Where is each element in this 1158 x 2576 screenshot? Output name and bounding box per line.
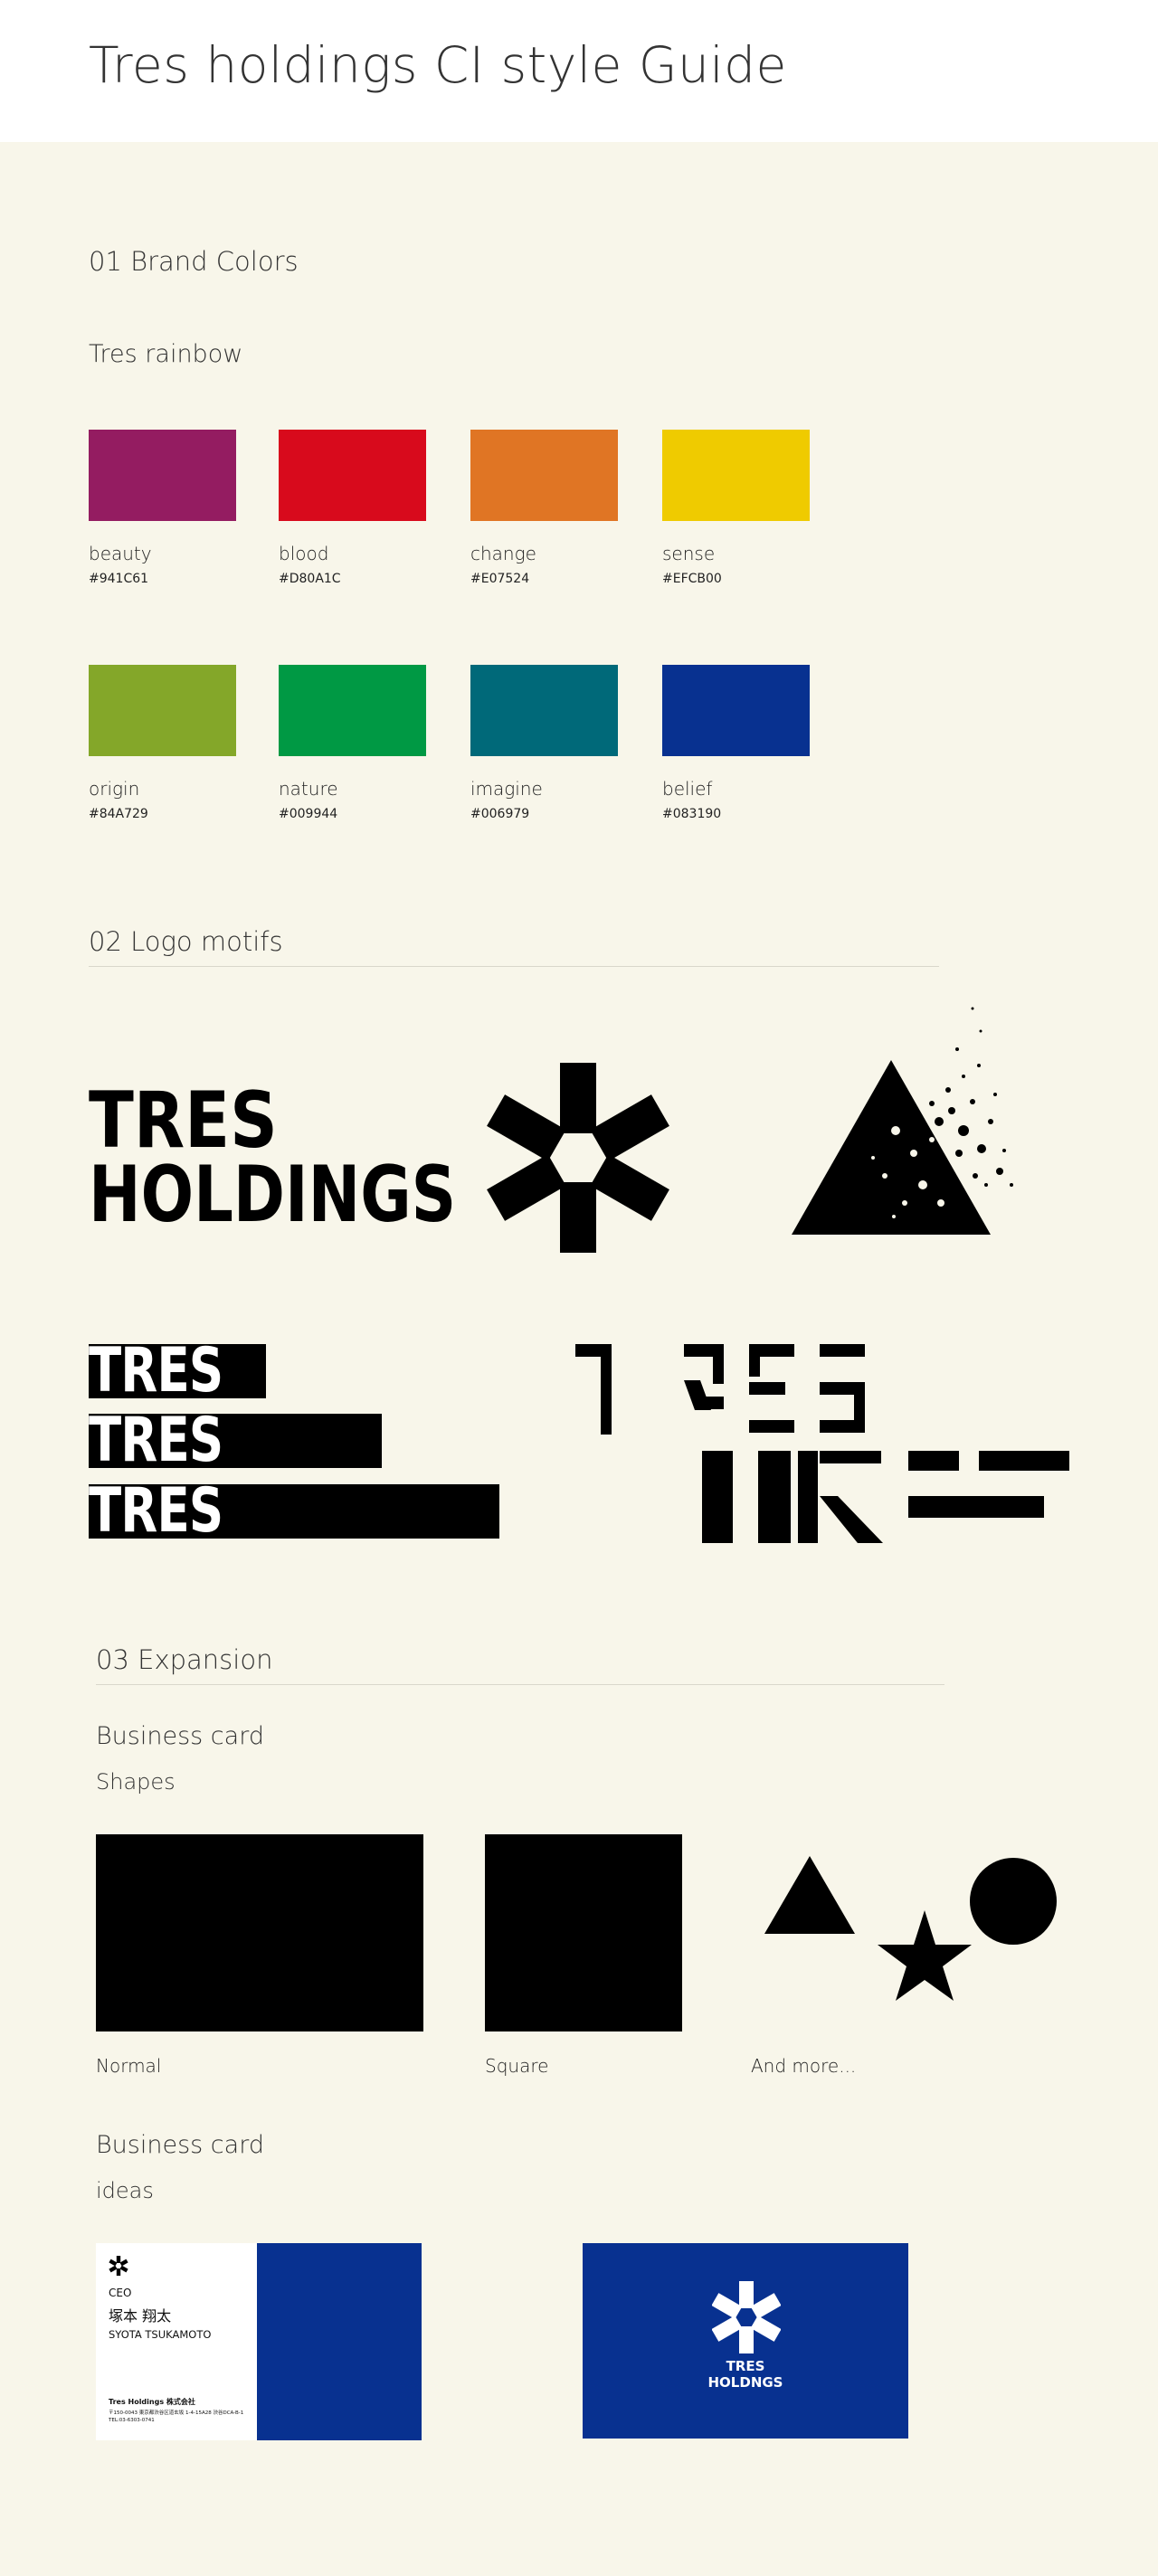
stripe-bar-3: TRES [89, 1475, 499, 1547]
color-hex: #E07524 [470, 572, 530, 586]
square-card-shape [485, 1834, 682, 2031]
card-logo-asterisk-icon [712, 2281, 781, 2353]
section-logo-motifs-heading: 02 Logo motifs [89, 926, 283, 957]
business-card-ideas-subtitle: ideas [96, 2178, 154, 2203]
color-hex: #006979 [470, 807, 530, 821]
section-expansion-heading: 03 Expansion [96, 1644, 273, 1675]
caption-normal: Normal [96, 2055, 162, 2077]
color-swatch-beauty [89, 430, 236, 521]
color-swatch-change [470, 430, 618, 521]
color-hex: #009944 [279, 807, 338, 821]
business-card-shapes-title: Business card [96, 1722, 264, 1750]
color-swatch-origin [89, 665, 236, 756]
stripe-bar-1: TRES [89, 1335, 266, 1406]
color-swatch-nature [279, 665, 426, 756]
section-divider [89, 966, 939, 967]
card-role: CEO [109, 2287, 132, 2299]
other-shapes-icon [764, 1856, 1057, 2001]
color-name: imagine [470, 778, 543, 800]
fragmented-letters-icon [575, 1344, 1069, 1543]
card-name-en: SYOTA TSUKAMOTO [109, 2328, 212, 2341]
business-card-idea-2: TRES HOLDNGS [583, 2243, 908, 2439]
color-swatch-blood [279, 430, 426, 521]
color-swatch-imagine [470, 665, 618, 756]
card-address: 〒150-0043 東京都渋谷区道玄坂 1-4-15A28 渋谷DCA-B-1 [109, 2410, 244, 2416]
color-name: belief [662, 778, 713, 800]
card-accent-panel [257, 2243, 422, 2440]
section-brand-colors-heading: 01 Brand Colors [89, 246, 299, 277]
wordmark-line-2: HOLDINGS [89, 1150, 457, 1240]
color-swatch-belief [662, 665, 810, 756]
card-name-jp: 塚本 翔太 [109, 2307, 172, 2325]
color-hex: #D80A1C [279, 572, 341, 586]
caption-and-more: And more... [751, 2055, 857, 2077]
stripe-word-3: TRES [89, 1475, 223, 1547]
color-name: nature [279, 778, 338, 800]
color-name: origin [89, 778, 140, 800]
color-name: beauty [89, 543, 152, 564]
color-name: change [470, 543, 536, 564]
stripe-word-1: TRES [89, 1335, 223, 1406]
business-card-idea-1: CEO 塚本 翔太 SYOTA TSUKAMOTO Tres Holdings … [96, 2243, 422, 2440]
asterisk-logo-icon [487, 1063, 669, 1253]
business-card-ideas-title: Business card [96, 2131, 264, 2159]
color-name: blood [279, 543, 329, 564]
color-hex: #EFCB00 [662, 572, 722, 586]
tres-rainbow-heading: Tres rainbow [89, 340, 243, 368]
color-name: sense [662, 543, 716, 564]
color-hex: #083190 [662, 807, 722, 821]
caption-square: Square [485, 2055, 549, 2077]
color-hex: #941C61 [89, 572, 149, 586]
dispersing-triangle-icon [792, 1007, 1013, 1235]
section-divider [96, 1684, 944, 1685]
card-logo-line-2: HOLDNGS [707, 2374, 783, 2391]
card-company: Tres Holdings 株式会社 [109, 2398, 195, 2406]
stripe-bar-2: TRES [89, 1405, 382, 1476]
color-swatch-sense [662, 430, 810, 521]
card-logo-line-1: TRES [726, 2358, 765, 2374]
stripe-word-2: TRES [89, 1405, 223, 1476]
business-card-shapes-subtitle: Shapes [96, 1769, 176, 1795]
page-title: Tres holdings CI style Guide [89, 36, 787, 94]
wordmark-line-1: TRES [89, 1075, 278, 1166]
color-hex: #84A729 [89, 807, 148, 821]
card-tel: TEL:03-6303-0741 [109, 2418, 155, 2423]
card-asterisk-icon [109, 2256, 128, 2276]
normal-card-shape [96, 1834, 423, 2031]
